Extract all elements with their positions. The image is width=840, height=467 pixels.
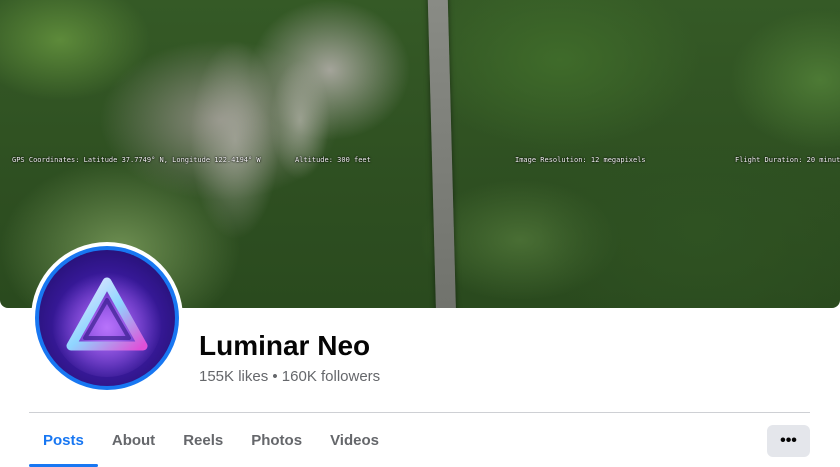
more-options-button[interactable]: •••	[767, 425, 810, 457]
cover-altitude-text: Altitude: 300 feet	[295, 156, 371, 164]
page-stats: 155K likes • 160K followers	[199, 368, 381, 385]
cover-flight-text: Flight Duration: 20 minutes	[735, 156, 840, 164]
more-horizontal-icon: •••	[780, 432, 797, 449]
cover-gps-text: GPS Coordinates: Latitude 37.7749° N, Lo…	[12, 156, 261, 164]
tab-reels[interactable]: Reels	[169, 414, 237, 467]
profile-avatar[interactable]	[31, 242, 183, 394]
tab-videos[interactable]: Videos	[316, 414, 393, 467]
divider	[29, 412, 810, 413]
tab-about[interactable]: About	[98, 414, 169, 467]
profile-tabs: Posts About Reels Photos Videos	[29, 414, 393, 467]
cover-resolution-text: Image Resolution: 12 megapixels	[515, 156, 646, 164]
tab-posts[interactable]: Posts	[29, 414, 98, 467]
luminar-neo-logo-icon	[39, 250, 175, 386]
tab-photos[interactable]: Photos	[237, 414, 316, 467]
cover-path	[427, 0, 457, 308]
page-title: Luminar Neo	[199, 330, 371, 361]
cover-rock-area	[190, 40, 280, 240]
